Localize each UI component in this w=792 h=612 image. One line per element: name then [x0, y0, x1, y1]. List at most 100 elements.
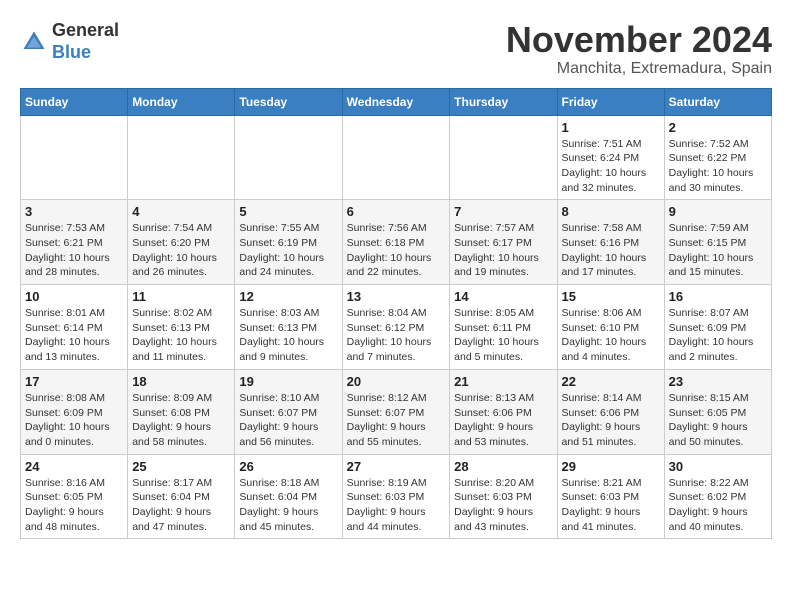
day-number: 18 — [132, 374, 230, 389]
day-info: Sunrise: 8:06 AMSunset: 6:10 PMDaylight:… — [562, 306, 660, 365]
day-info: Sunrise: 7:52 AMSunset: 6:22 PMDaylight:… — [669, 137, 767, 196]
calendar-week-row: 10 Sunrise: 8:01 AMSunset: 6:14 PMDayligh… — [21, 285, 772, 370]
calendar-cell — [128, 115, 235, 200]
calendar-cell: 1 Sunrise: 7:51 AMSunset: 6:24 PMDaylight… — [557, 115, 664, 200]
day-number: 27 — [347, 459, 446, 474]
day-info: Sunrise: 7:53 AMSunset: 6:21 PMDaylight:… — [25, 221, 123, 280]
day-info: Sunrise: 8:20 AMSunset: 6:03 PMDaylight:… — [454, 476, 552, 535]
calendar-week-row: 3 Sunrise: 7:53 AMSunset: 6:21 PMDaylight… — [21, 200, 772, 285]
day-number: 12 — [239, 289, 337, 304]
day-info: Sunrise: 7:59 AMSunset: 6:15 PMDaylight:… — [669, 221, 767, 280]
weekday-header-monday: Monday — [128, 88, 235, 115]
day-info: Sunrise: 8:09 AMSunset: 6:08 PMDaylight:… — [132, 391, 230, 450]
day-number: 4 — [132, 204, 230, 219]
day-number: 24 — [25, 459, 123, 474]
day-info: Sunrise: 8:15 AMSunset: 6:05 PMDaylight:… — [669, 391, 767, 450]
day-number: 10 — [25, 289, 123, 304]
day-info: Sunrise: 8:04 AMSunset: 6:12 PMDaylight:… — [347, 306, 446, 365]
calendar-cell: 8 Sunrise: 7:58 AMSunset: 6:16 PMDaylight… — [557, 200, 664, 285]
calendar-week-row: 17Sunrise: 8:08 AMSunset: 6:09 PMDayligh… — [21, 369, 772, 454]
day-number: 2 — [669, 120, 767, 135]
day-number: 1 — [562, 120, 660, 135]
month-year-title: November 2024 — [506, 20, 772, 60]
weekday-header-wednesday: Wednesday — [342, 88, 450, 115]
day-info: Sunrise: 8:19 AMSunset: 6:03 PMDaylight:… — [347, 476, 446, 535]
calendar-cell: 11 Sunrise: 8:02 AMSunset: 6:13 PMDayligh… — [128, 285, 235, 370]
calendar-cell: 18 Sunrise: 8:09 AMSunset: 6:08 PMDayligh… — [128, 369, 235, 454]
day-number: 9 — [669, 204, 767, 219]
calendar-cell: 14Sunrise: 8:05 AMSunset: 6:11 PMDayligh… — [450, 285, 557, 370]
title-section: November 2024 Manchita, Extremadura, Spa… — [506, 20, 772, 78]
calendar-cell — [21, 115, 128, 200]
logo-icon — [20, 28, 48, 56]
calendar-cell: 26 Sunrise: 8:18 AMSunset: 6:04 PMDayligh… — [235, 454, 342, 539]
day-number: 11 — [132, 289, 230, 304]
calendar-cell: 20Sunrise: 8:12 AMSunset: 6:07 PMDayligh… — [342, 369, 450, 454]
calendar-cell: 27 Sunrise: 8:19 AMSunset: 6:03 PMDayligh… — [342, 454, 450, 539]
day-info: Sunrise: 8:22 AMSunset: 6:02 PMDaylight:… — [669, 476, 767, 535]
day-info: Sunrise: 7:54 AMSunset: 6:20 PMDaylight:… — [132, 221, 230, 280]
day-info: Sunrise: 7:56 AMSunset: 6:18 PMDaylight:… — [347, 221, 446, 280]
day-number: 3 — [25, 204, 123, 219]
day-info: Sunrise: 8:10 AMSunset: 6:07 PMDaylight:… — [239, 391, 337, 450]
calendar-cell: 25Sunrise: 8:17 AMSunset: 6:04 PMDayligh… — [128, 454, 235, 539]
calendar-cell: 17Sunrise: 8:08 AMSunset: 6:09 PMDayligh… — [21, 369, 128, 454]
calendar-cell: 12 Sunrise: 8:03 AMSunset: 6:13 PMDayligh… — [235, 285, 342, 370]
day-number: 7 — [454, 204, 552, 219]
day-info: Sunrise: 8:02 AMSunset: 6:13 PMDaylight:… — [132, 306, 230, 365]
day-number: 8 — [562, 204, 660, 219]
calendar-cell: 13 Sunrise: 8:04 AMSunset: 6:12 PMDayligh… — [342, 285, 450, 370]
day-info: Sunrise: 8:21 AMSunset: 6:03 PMDaylight:… — [562, 476, 660, 535]
calendar-cell: 15 Sunrise: 8:06 AMSunset: 6:10 PMDayligh… — [557, 285, 664, 370]
calendar-cell: 19Sunrise: 8:10 AMSunset: 6:07 PMDayligh… — [235, 369, 342, 454]
calendar-cell: 16Sunrise: 8:07 AMSunset: 6:09 PMDayligh… — [664, 285, 771, 370]
day-number: 6 — [347, 204, 446, 219]
day-info: Sunrise: 7:55 AMSunset: 6:19 PMDaylight:… — [239, 221, 337, 280]
calendar-cell — [235, 115, 342, 200]
weekday-header-thursday: Thursday — [450, 88, 557, 115]
calendar-cell: 24 Sunrise: 8:16 AMSunset: 6:05 PMDayligh… — [21, 454, 128, 539]
weekday-header-friday: Friday — [557, 88, 664, 115]
day-number: 13 — [347, 289, 446, 304]
page-header: General Blue November 2024 Manchita, Ext… — [20, 20, 772, 78]
day-info: Sunrise: 7:51 AMSunset: 6:24 PMDaylight:… — [562, 137, 660, 196]
day-info: Sunrise: 8:07 AMSunset: 6:09 PMDaylight:… — [669, 306, 767, 365]
calendar-cell: 30 Sunrise: 8:22 AMSunset: 6:02 PMDayligh… — [664, 454, 771, 539]
day-number: 30 — [669, 459, 767, 474]
calendar-cell: 9 Sunrise: 7:59 AMSunset: 6:15 PMDaylight… — [664, 200, 771, 285]
calendar-week-row: 24 Sunrise: 8:16 AMSunset: 6:05 PMDayligh… — [21, 454, 772, 539]
weekday-header-saturday: Saturday — [664, 88, 771, 115]
day-number: 21 — [454, 374, 552, 389]
day-number: 14 — [454, 289, 552, 304]
day-info: Sunrise: 7:58 AMSunset: 6:16 PMDaylight:… — [562, 221, 660, 280]
day-info: Sunrise: 8:03 AMSunset: 6:13 PMDaylight:… — [239, 306, 337, 365]
weekday-header-tuesday: Tuesday — [235, 88, 342, 115]
calendar-cell — [342, 115, 450, 200]
calendar-cell: 5 Sunrise: 7:55 AMSunset: 6:19 PMDaylight… — [235, 200, 342, 285]
day-number: 26 — [239, 459, 337, 474]
day-number: 28 — [454, 459, 552, 474]
calendar-cell: 28 Sunrise: 8:20 AMSunset: 6:03 PMDayligh… — [450, 454, 557, 539]
calendar-table: SundayMondayTuesdayWednesdayThursdayFrid… — [20, 88, 772, 540]
day-number: 25 — [132, 459, 230, 474]
day-info: Sunrise: 8:14 AMSunset: 6:06 PMDaylight:… — [562, 391, 660, 450]
day-number: 5 — [239, 204, 337, 219]
calendar-cell: 23Sunrise: 8:15 AMSunset: 6:05 PMDayligh… — [664, 369, 771, 454]
calendar-cell — [450, 115, 557, 200]
day-info: Sunrise: 7:57 AMSunset: 6:17 PMDaylight:… — [454, 221, 552, 280]
calendar-cell: 2 Sunrise: 7:52 AMSunset: 6:22 PMDaylight… — [664, 115, 771, 200]
logo-text: General Blue — [52, 20, 119, 63]
logo: General Blue — [20, 20, 119, 63]
day-info: Sunrise: 8:01 AMSunset: 6:14 PMDaylight:… — [25, 306, 123, 365]
day-info: Sunrise: 8:18 AMSunset: 6:04 PMDaylight:… — [239, 476, 337, 535]
calendar-cell: 4 Sunrise: 7:54 AMSunset: 6:20 PMDaylight… — [128, 200, 235, 285]
day-info: Sunrise: 8:16 AMSunset: 6:05 PMDaylight:… — [25, 476, 123, 535]
calendar-cell: 21Sunrise: 8:13 AMSunset: 6:06 PMDayligh… — [450, 369, 557, 454]
calendar-cell: 10 Sunrise: 8:01 AMSunset: 6:14 PMDayligh… — [21, 285, 128, 370]
day-info: Sunrise: 8:12 AMSunset: 6:07 PMDaylight:… — [347, 391, 446, 450]
day-number: 15 — [562, 289, 660, 304]
calendar-cell: 6 Sunrise: 7:56 AMSunset: 6:18 PMDaylight… — [342, 200, 450, 285]
day-number: 22 — [562, 374, 660, 389]
location-subtitle: Manchita, Extremadura, Spain — [506, 60, 772, 78]
calendar-cell: 7 Sunrise: 7:57 AMSunset: 6:17 PMDaylight… — [450, 200, 557, 285]
